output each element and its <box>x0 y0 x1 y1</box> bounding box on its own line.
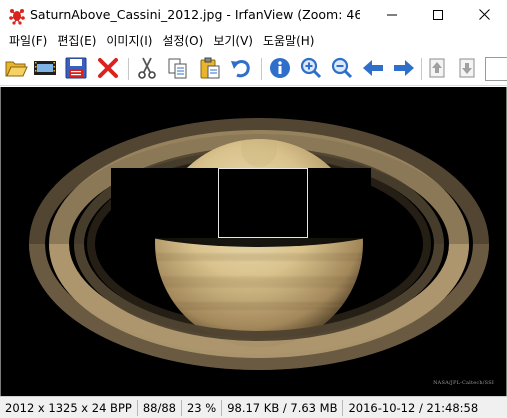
open-button[interactable] <box>2 55 30 83</box>
previous-button[interactable] <box>359 55 387 83</box>
menu-image[interactable]: 이미지(I) <box>101 32 157 51</box>
save-button[interactable] <box>62 55 90 83</box>
page-down-icon <box>455 56 479 83</box>
toolbar-separator <box>421 58 422 80</box>
image-viewport[interactable]: NASA/JPL-Caltech/SSI <box>0 87 507 396</box>
status-bar: 2012 x 1325 x 24 BPP 88/88 23 % 98.17 KB… <box>0 396 507 418</box>
info-button[interactable] <box>266 55 294 83</box>
zoom-in-icon <box>299 56 323 83</box>
maximize-button[interactable] <box>415 0 461 31</box>
paste-button[interactable] <box>196 55 224 83</box>
menu-edit[interactable]: 편집(E) <box>52 32 101 51</box>
page-down-button[interactable] <box>453 55 481 83</box>
menu-options[interactable]: 설정(O) <box>157 32 208 51</box>
next-icon <box>392 56 416 83</box>
page-up-button[interactable] <box>423 55 451 83</box>
saturn-image <box>1 87 506 396</box>
close-button[interactable] <box>461 0 507 31</box>
copy-button[interactable] <box>164 55 192 83</box>
status-dimensions: 2012 x 1325 x 24 BPP <box>0 399 138 416</box>
info-icon <box>268 56 292 83</box>
paste-icon <box>198 56 222 83</box>
undo-button[interactable] <box>227 55 255 83</box>
status-datetime: 2016-10-12 / 21:48:58 <box>348 400 479 415</box>
slideshow-icon <box>33 56 57 83</box>
toolbar <box>0 52 507 86</box>
zoom-in-button[interactable] <box>297 55 325 83</box>
menu-view[interactable]: 보기(V) <box>208 32 258 51</box>
close-icon <box>478 8 490 23</box>
status-zoom: 23 % <box>182 399 223 416</box>
menu-help[interactable]: 도움말(H) <box>258 32 320 51</box>
page-up-icon <box>425 56 449 83</box>
previous-icon <box>361 56 385 83</box>
copy-icon <box>166 56 190 83</box>
delete-button[interactable] <box>94 55 122 83</box>
status-index: 88/88 <box>138 399 182 416</box>
minimize-button[interactable] <box>369 0 415 31</box>
delete-icon <box>96 56 120 83</box>
zoom-out-icon <box>330 56 354 83</box>
window-title: SaturnAbove_Cassini_2012.jpg - IrfanView… <box>30 7 360 22</box>
title-bar[interactable]: SaturnAbove_Cassini_2012.jpg - IrfanView… <box>0 0 507 31</box>
status-file-size: 98.17 KB / 7.63 MB <box>222 399 344 416</box>
image-credit: NASA/JPL-Caltech/SSI <box>433 380 494 386</box>
open-folder-icon <box>4 56 28 83</box>
toolbar-separator <box>261 58 262 80</box>
irfanview-app-icon[interactable] <box>8 7 26 25</box>
selection-rectangle[interactable] <box>218 168 308 238</box>
cut-button[interactable] <box>133 55 161 83</box>
minimize-icon <box>387 9 397 23</box>
toolbar-separator <box>128 58 129 80</box>
save-icon <box>64 56 88 83</box>
slideshow-button[interactable] <box>31 55 59 83</box>
menu-file[interactable]: 파일(F) <box>4 32 52 51</box>
cut-icon <box>135 56 159 83</box>
undo-icon <box>229 56 253 83</box>
menu-bar: 파일(F) 편집(E) 이미지(I) 설정(O) 보기(V) 도움말(H) <box>0 31 507 52</box>
toolbar-edit-field[interactable] <box>485 57 507 81</box>
zoom-out-button[interactable] <box>328 55 356 83</box>
next-button[interactable] <box>390 55 418 83</box>
maximize-icon <box>433 9 443 23</box>
